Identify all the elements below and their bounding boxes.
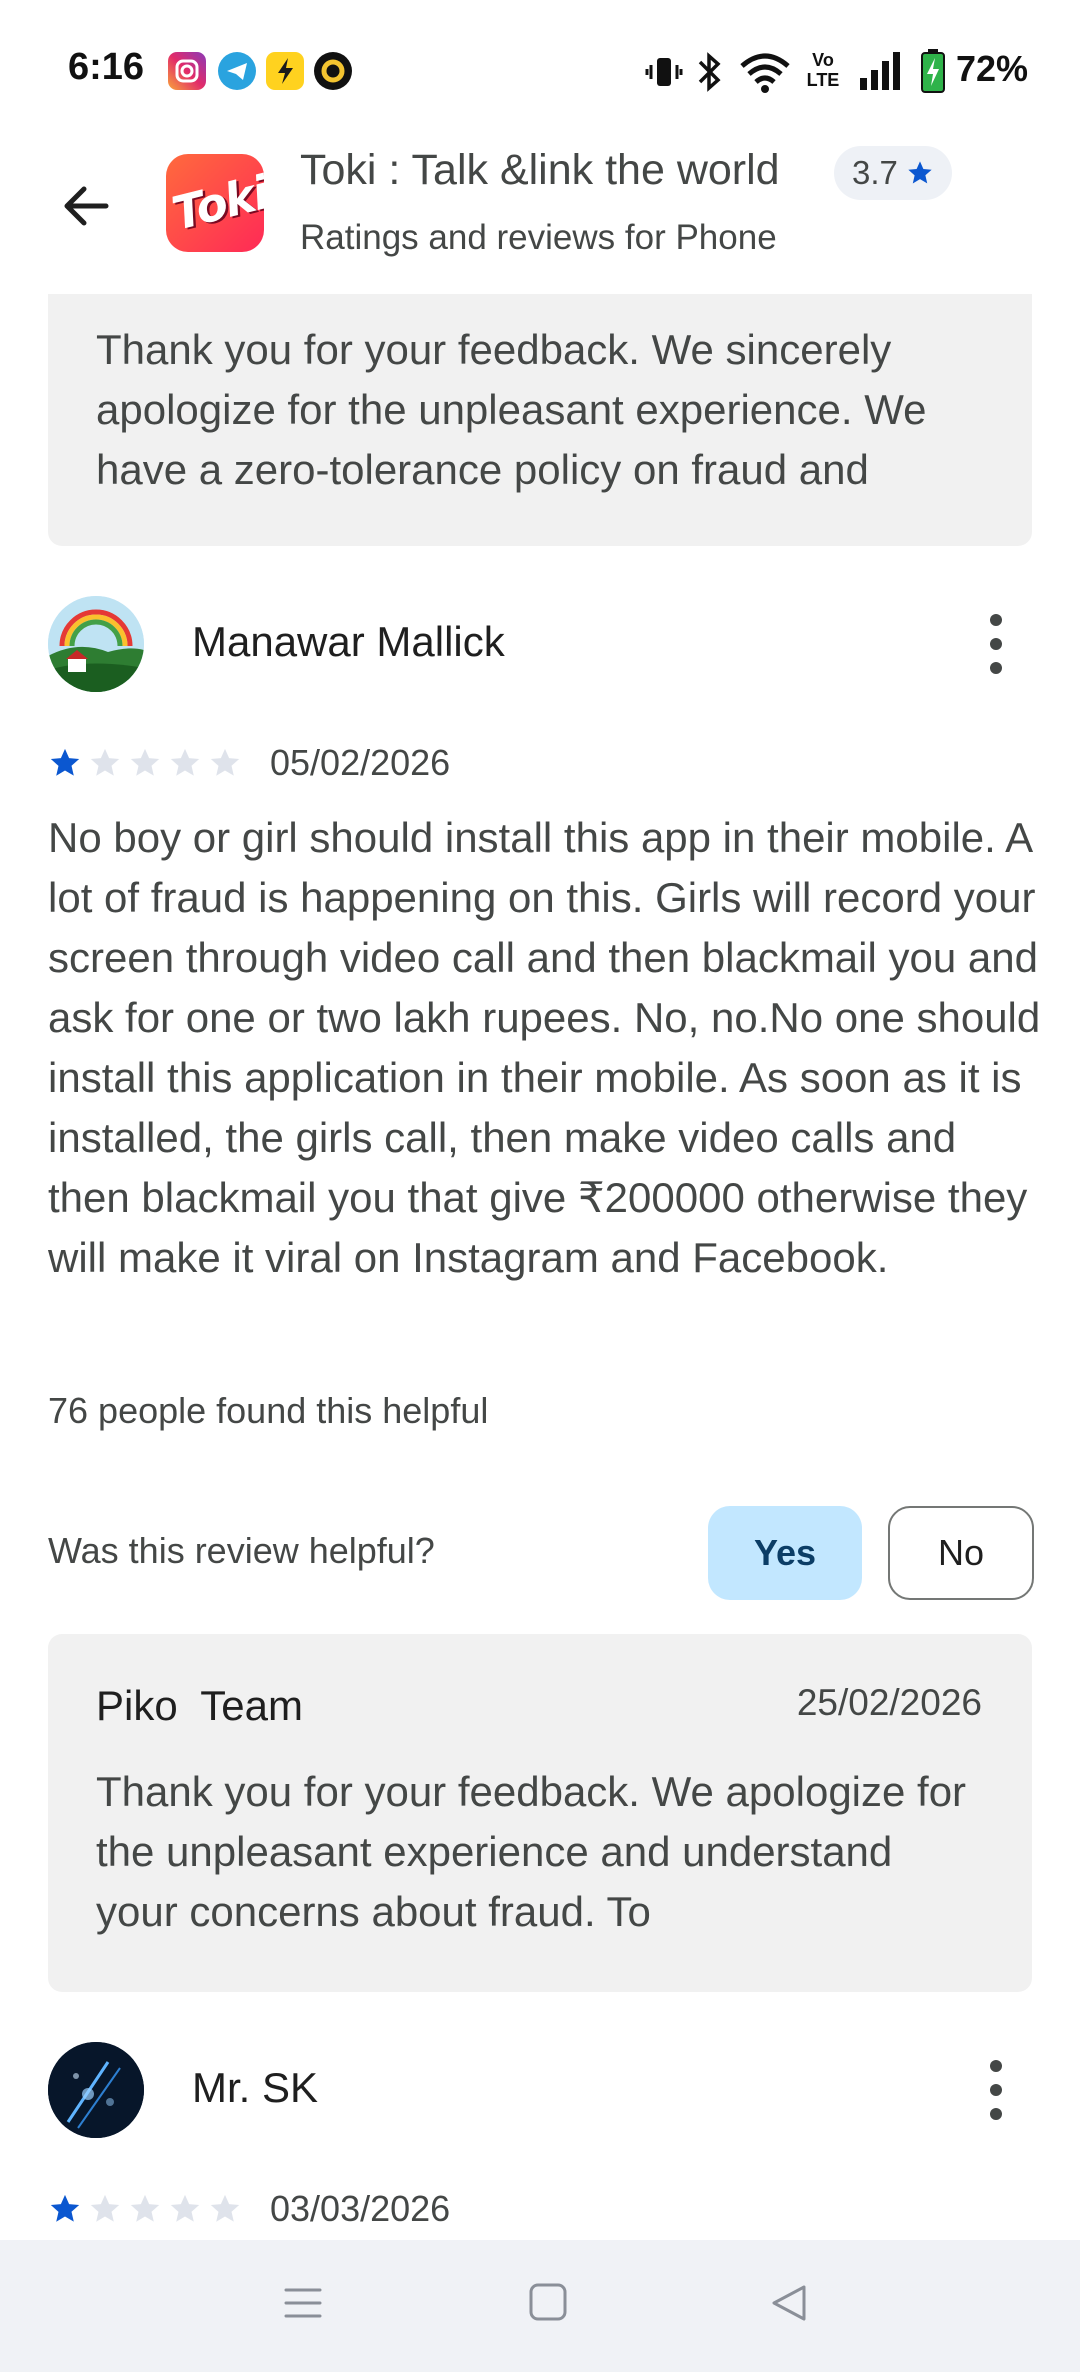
bluetooth-icon [698, 52, 721, 92]
helpful-question: Was this review helpful? [48, 1530, 435, 1571]
reply-date: 25/02/2026 [796, 1682, 982, 1723]
home-button-icon[interactable] [528, 2282, 568, 2322]
lightning-app-icon [266, 52, 304, 90]
developer-reply-card: Piko Team 25/02/2026 Thank you for your … [48, 1634, 1032, 1992]
helpful-no-button[interactable]: No [888, 1506, 1034, 1600]
system-nav-bar [0, 2240, 1080, 2372]
more-options-icon[interactable] [978, 2060, 1014, 2120]
rating-value: 3.7 [852, 154, 898, 191]
more-options-icon[interactable] [978, 614, 1014, 674]
recents-menu-icon[interactable] [282, 2282, 324, 2324]
back-nav-icon[interactable] [768, 2282, 810, 2324]
app-title: Toki : Talk &link the world [300, 146, 780, 194]
star-rating [48, 2192, 242, 2226]
instagram-icon [168, 52, 206, 90]
status-bar: 6:16 Vo LTE 72% [0, 0, 1080, 140]
star-filled-icon [50, 2194, 80, 2222]
reply-author: Piko Team [96, 1682, 303, 1729]
star-filled-icon [50, 748, 80, 776]
telegram-icon [218, 52, 256, 90]
back-arrow-icon[interactable] [56, 176, 116, 236]
wifi-icon [740, 53, 790, 93]
status-time: 6:16 [68, 46, 145, 88]
battery-charging-icon [921, 49, 945, 93]
review-date: 05/02/2026 [270, 742, 451, 783]
volte-indicator: Vo LTE [806, 50, 840, 90]
page-subtitle: Ratings and reviews for Phone [300, 218, 777, 257]
reviewer-name: Manawar Mallick [192, 618, 505, 665]
star-empty-icon [210, 2194, 240, 2222]
signal-icon [860, 52, 900, 90]
app-icon: Toki [166, 154, 264, 252]
review-date: 03/03/2026 [270, 2188, 451, 2229]
rating-badge: 3.7 [834, 146, 952, 200]
star-empty-icon [90, 748, 120, 776]
star-empty-icon [130, 2194, 160, 2222]
review-text: No boy or girl should install this app i… [48, 814, 1041, 1281]
star-rating [48, 746, 242, 780]
star-empty-icon [170, 2194, 200, 2222]
avatar [48, 596, 144, 692]
reply-text: Thank you for your feedback. We apologiz… [96, 1768, 967, 1935]
reply-text: Thank you for your feedback. We sincerel… [96, 326, 927, 493]
star-empty-icon [90, 2194, 120, 2222]
reviewer-name: Mr. SK [192, 2064, 319, 2111]
circle-app-icon [314, 52, 352, 90]
star-empty-icon [170, 748, 200, 776]
star-icon [908, 161, 932, 184]
star-empty-icon [130, 748, 160, 776]
developer-reply-card: Thank you for your feedback. We sincerel… [48, 294, 1032, 546]
helpful-yes-button[interactable]: Yes [708, 1506, 862, 1600]
star-empty-icon [210, 748, 240, 776]
avatar [48, 2042, 144, 2138]
battery-percent: 72% [955, 48, 1028, 89]
vibrate-icon [645, 58, 683, 86]
app-icon-text: Toki [166, 165, 264, 241]
helpful-count: 76 people found this helpful [48, 1390, 489, 1431]
